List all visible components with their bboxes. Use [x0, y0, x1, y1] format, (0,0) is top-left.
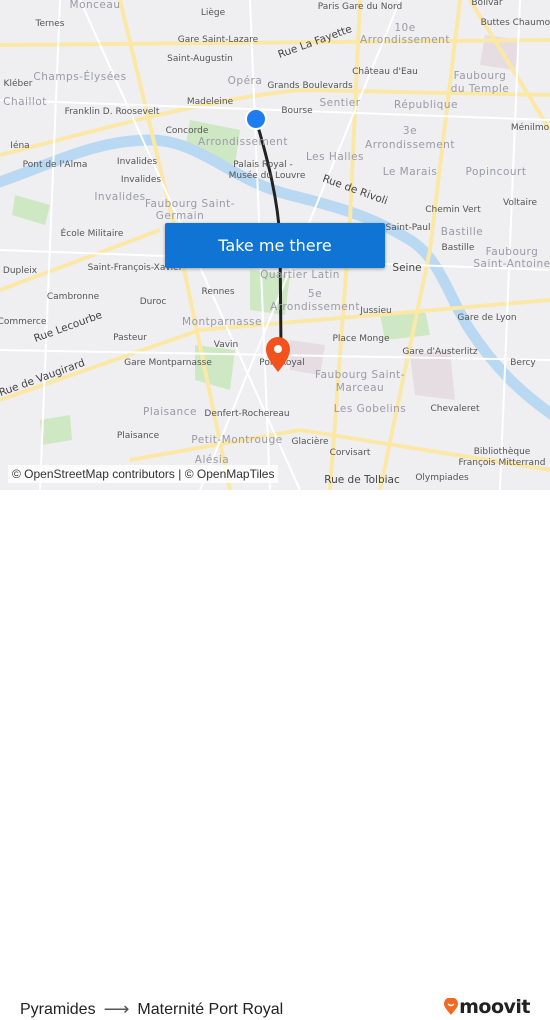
map-label: Le Marais	[382, 166, 438, 178]
map-label: Chaillot	[3, 96, 47, 108]
map-label: Cambronne	[46, 292, 100, 302]
map-label: Place Monge	[332, 334, 390, 344]
map-label: Ternes	[35, 19, 65, 29]
map-label: Invalides	[116, 157, 158, 167]
map-label: Concorde	[165, 126, 209, 136]
map-label: Palais Royal -	[233, 160, 293, 170]
map-label: Quartier Latin	[260, 269, 340, 281]
map-label: Saint-Antoine	[473, 258, 550, 270]
map-label: Germain	[155, 210, 205, 222]
map-label: Chemin Vert	[425, 205, 481, 215]
map-label: Duroc	[139, 297, 167, 307]
map-label: Denfert-Rochereau	[204, 409, 290, 419]
arrow-right-icon: ⟶	[103, 999, 130, 1019]
map-label: Chevaleret	[430, 404, 480, 414]
map-label: Franklin D. Roosevelt	[64, 107, 160, 117]
map-label: Marceau	[335, 382, 385, 394]
map-label: Invalides	[94, 191, 146, 203]
map-label: Plaisance	[143, 406, 197, 418]
route-summary: Pyramides ⟶ Maternité Port Royal	[20, 999, 283, 1020]
moovit-pin-icon	[444, 998, 459, 1015]
map-label: Pasteur	[113, 333, 147, 343]
map-label: Saint-Paul	[385, 223, 431, 233]
map-label: Arrondissement	[198, 136, 288, 148]
map-label: Grands Boulevards	[267, 81, 353, 91]
map-label: Bastille	[441, 243, 475, 253]
map-label: Popincourt	[465, 166, 527, 178]
map-label: Les Gobelins	[333, 403, 407, 415]
map-label: Gare Montparnasse	[124, 358, 212, 368]
map-label: Seine	[392, 262, 422, 274]
map-label: Kléber	[3, 79, 33, 89]
map-label: Port Royal	[259, 358, 305, 368]
brand-name: moovit	[459, 996, 530, 1018]
map-label: Dupleix	[2, 266, 38, 276]
map-label: Rennes	[201, 287, 235, 297]
map-label: Commerce	[0, 317, 47, 327]
map-label: Ménilmo	[510, 123, 550, 133]
map[interactable]: Monceau Liège Paris Gare du Nord Bolivar Ter…	[0, 0, 550, 490]
map-label: Madeleine	[186, 97, 234, 107]
map-label: Opéra	[227, 75, 263, 87]
map-label: Bourse	[281, 106, 313, 116]
map-label: 3e	[402, 125, 418, 137]
map-label: Voltaire	[502, 198, 538, 208]
map-label: Gare de Lyon	[457, 313, 517, 323]
map-label: Arrondissement	[270, 301, 360, 313]
map-label: Gare Saint-Lazare	[177, 35, 259, 45]
map-attribution[interactable]: © OpenStreetMap contributors | © OpenMap…	[8, 465, 279, 483]
map-label: Glacière	[291, 437, 329, 447]
map-label: Montparnasse	[182, 316, 262, 328]
map-label: Invalides	[120, 175, 162, 185]
map-label: Iéna	[10, 141, 30, 151]
map-label: Arrondissement	[360, 34, 450, 46]
map-label: Liège	[200, 8, 226, 18]
map-label: Saint-Augustin	[167, 54, 233, 64]
map-label: Corvisart	[329, 448, 371, 458]
map-label: Faubourg Saint-	[314, 369, 406, 381]
map-label: Bibliothèque	[473, 447, 531, 457]
map-label: Faubourg	[485, 246, 539, 258]
map-label: Bolivar	[471, 0, 503, 8]
map-label: Rue de Tolbiac	[324, 474, 400, 486]
map-label: Vavin	[213, 340, 239, 350]
map-label: du Temple	[450, 83, 510, 95]
map-label: Faubourg Saint-	[144, 198, 236, 210]
map-label: 10e	[394, 22, 416, 34]
map-label: Faubourg	[453, 70, 507, 82]
origin-name: Pyramides	[20, 1000, 96, 1018]
map-label: François Mitterrand	[458, 458, 546, 468]
footer: Pyramides ⟶ Maternité Port Royal moovit	[0, 490, 550, 1019]
map-label: Pont de l'Alma	[22, 160, 88, 170]
map-label: Château d'Eau	[352, 67, 418, 77]
map-label: Champs-Élysées	[33, 71, 127, 83]
map-label: République	[394, 99, 458, 111]
map-label: Petit-Montrouge	[191, 434, 283, 446]
map-label: Olympiades	[415, 473, 469, 483]
map-label: Sentier	[319, 97, 361, 109]
map-label: Bercy	[510, 358, 536, 368]
map-label: Paris Gare du Nord	[317, 2, 403, 12]
map-label: Musée du Louvre	[228, 171, 306, 181]
take-me-there-button[interactable]: Take me there	[165, 223, 385, 268]
map-label: Plaisance	[116, 431, 160, 441]
map-label: Gare d'Austerlitz	[402, 347, 478, 357]
moovit-logo[interactable]: moovit	[443, 996, 530, 1018]
destination-name: Maternité Port Royal	[137, 1000, 284, 1018]
map-label: Arrondissement	[365, 139, 455, 151]
map-label: École Militaire	[60, 229, 124, 239]
map-label: Monceau	[69, 0, 121, 11]
map-label: Bastille	[440, 226, 484, 238]
map-label: 5e	[307, 288, 323, 300]
map-label: Buttes Chaumont	[480, 18, 550, 28]
map-label: Jussieu	[360, 306, 392, 316]
map-label: Les Halles	[305, 151, 365, 163]
